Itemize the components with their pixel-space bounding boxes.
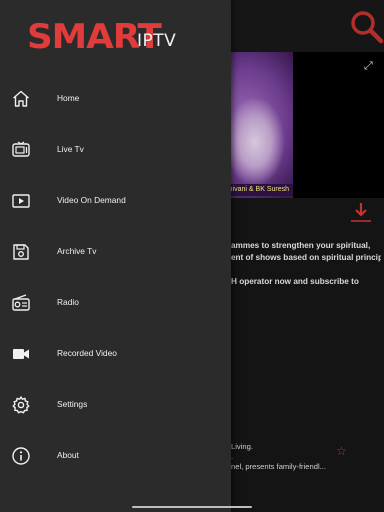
- menu-item-label: Home: [57, 93, 80, 103]
- navigation-drawer: SMART IPTV Home Live Tv Video On Demand: [0, 0, 231, 512]
- description-line: H operator now and subscribe to: [231, 277, 359, 286]
- menu-item-label: Video On Demand: [57, 195, 126, 205]
- gear-icon: [11, 395, 31, 415]
- app-logo: SMART IPTV: [27, 17, 176, 57]
- menu-item-label: Settings: [57, 399, 88, 409]
- menu-item-label: Archive Tv: [57, 246, 97, 256]
- search-icon[interactable]: [348, 8, 384, 44]
- list-item-line: Living.: [231, 442, 253, 451]
- menu-item-home[interactable]: Home: [0, 73, 231, 124]
- logo-sub-text: IPTV: [137, 31, 177, 51]
- list-item[interactable]: Living. . nel, presents family-friendl..…: [231, 442, 351, 472]
- list-item-line: .: [231, 452, 234, 461]
- home-indicator[interactable]: [132, 506, 252, 508]
- star-icon[interactable]: ☆: [336, 444, 350, 458]
- menu-item-video-on-demand[interactable]: Video On Demand: [0, 175, 231, 226]
- menu-item-label: Radio: [57, 297, 79, 307]
- download-icon[interactable]: [349, 201, 373, 223]
- floppy-save-icon: [11, 242, 31, 262]
- menu-item-about[interactable]: About: [0, 430, 231, 481]
- info-icon: [11, 446, 31, 466]
- menu-item-label: Live Tv: [57, 144, 84, 154]
- menu-item-radio[interactable]: Radio: [0, 277, 231, 328]
- home-icon: [11, 89, 31, 109]
- menu-item-label: Recorded Video: [57, 348, 117, 358]
- menu-item-archive-tv[interactable]: Archive Tv: [0, 226, 231, 277]
- description-line: ammes to strengthen your spiritual,: [231, 241, 371, 250]
- play-video-icon: [11, 191, 31, 211]
- channel-description: ammes to strengthen your spiritual, ent …: [231, 240, 381, 288]
- fullscreen-icon[interactable]: ⤢: [364, 60, 378, 74]
- menu-item-settings[interactable]: Settings: [0, 379, 231, 430]
- tv-icon: [11, 140, 31, 160]
- video-camera-icon: [11, 344, 31, 364]
- description-line: [231, 264, 381, 276]
- menu-item-live-tv[interactable]: Live Tv: [0, 124, 231, 175]
- description-line: ent of shows based on spiritual principl…: [231, 253, 381, 262]
- radio-icon: [11, 293, 31, 313]
- menu-item-recorded-video[interactable]: Recorded Video: [0, 328, 231, 379]
- menu-item-label: About: [57, 450, 79, 460]
- list-item-line: nel, presents family-friendl...: [231, 462, 326, 471]
